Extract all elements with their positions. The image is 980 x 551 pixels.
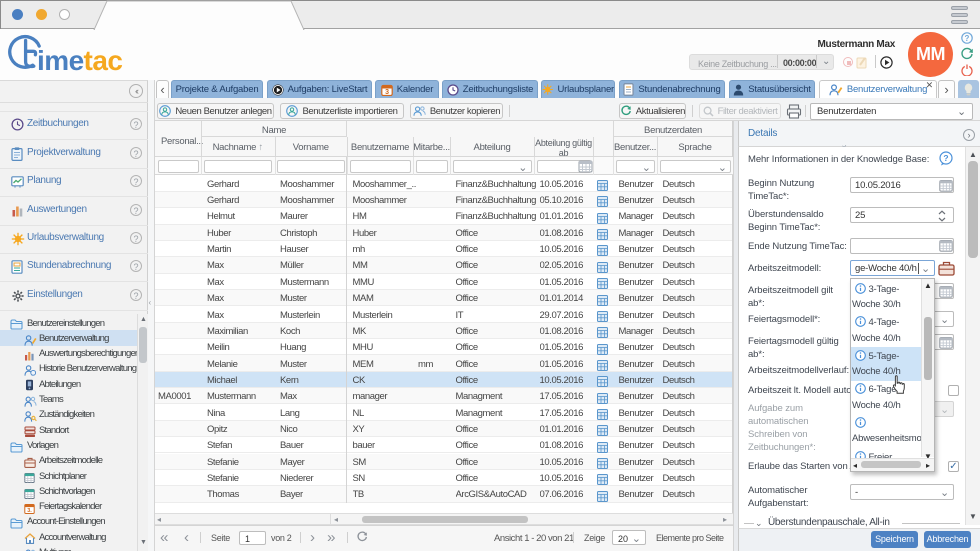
svg-text:?: ? [943,153,948,163]
svg-text:tac: tac [84,45,123,76]
svg-text:3.: 3. [27,508,32,514]
svg-text:?: ? [965,34,970,43]
svg-text:3: 3 [385,89,389,96]
svg-text:ime: ime [37,45,84,76]
